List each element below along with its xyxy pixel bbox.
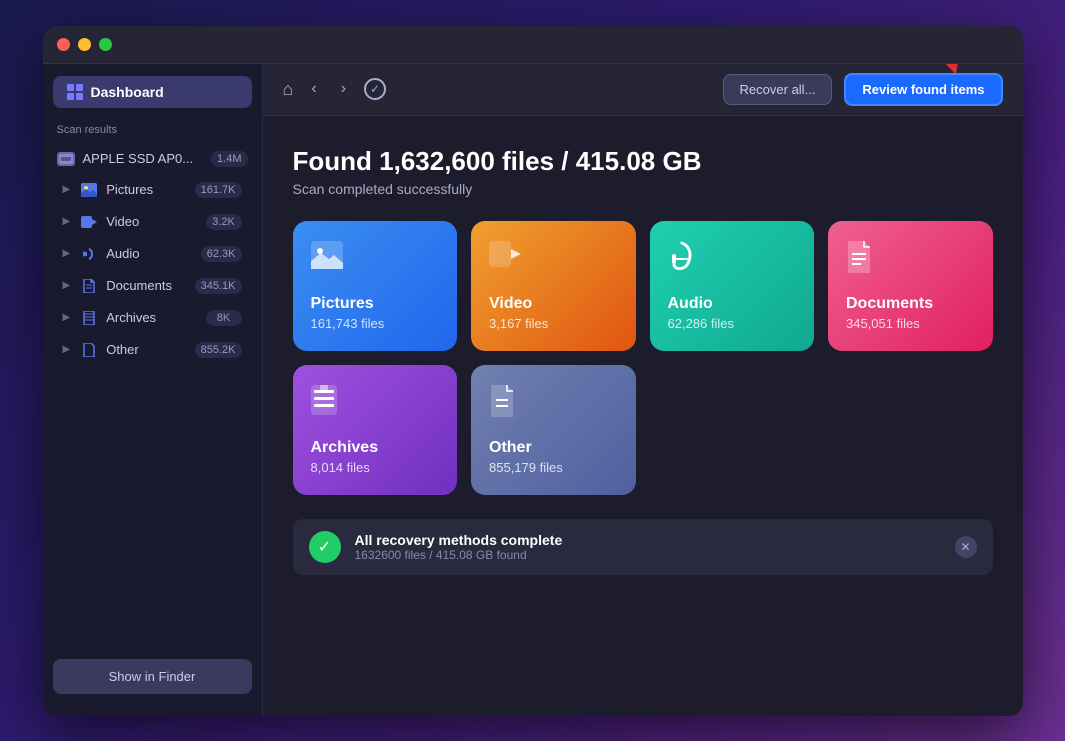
show-in-finder-button[interactable]: Show in Finder bbox=[53, 659, 252, 694]
main-window: Dashboard Scan results APPLE SSD AP0... … bbox=[43, 26, 1023, 716]
card-documents[interactable]: Documents 345,051 files bbox=[828, 221, 993, 351]
other-card-icon bbox=[489, 385, 618, 424]
archives-card-icon bbox=[311, 385, 440, 422]
documents-label: Documents bbox=[106, 278, 186, 293]
notification-text: All recovery methods complete 1632600 fi… bbox=[355, 532, 941, 562]
documents-card-icon bbox=[846, 241, 975, 280]
pictures-label: Pictures bbox=[106, 182, 186, 197]
cards-grid-bottom: Archives 8,014 files Other 855,179 files bbox=[293, 365, 993, 495]
drive-badge: 1.4M bbox=[211, 151, 247, 167]
notification-bar: ✓ All recovery methods complete 1632600 … bbox=[293, 519, 993, 575]
documents-badge: 345.1K bbox=[195, 278, 242, 294]
archives-badge: 8K bbox=[206, 310, 242, 326]
recover-all-button[interactable]: Recover all... bbox=[723, 74, 833, 105]
chevron-icon: ▶ bbox=[63, 312, 71, 323]
audio-card-name: Audio bbox=[668, 295, 797, 313]
other-badge: 855.2K bbox=[195, 342, 242, 358]
card-pictures[interactable]: Pictures 161,743 files bbox=[293, 221, 458, 351]
audio-icon bbox=[80, 245, 98, 263]
content-body: Found 1,632,600 files / 415.08 GB Scan c… bbox=[263, 116, 1023, 716]
sidebar-item-documents[interactable]: ▶ Documents 345.1K bbox=[49, 270, 256, 302]
home-icon[interactable]: ⌂ bbox=[283, 79, 294, 100]
pictures-card-name: Pictures bbox=[311, 295, 440, 313]
card-video[interactable]: Video 3,167 files bbox=[471, 221, 636, 351]
sidebar-item-drive[interactable]: APPLE SSD AP0... 1.4M bbox=[43, 144, 262, 174]
scan-results-label: Scan results bbox=[43, 124, 262, 136]
audio-card-icon bbox=[668, 241, 797, 280]
archives-icon bbox=[80, 309, 98, 327]
notification-subtitle: 1632600 files / 415.08 GB found bbox=[355, 548, 941, 562]
notification-title: All recovery methods complete bbox=[355, 532, 941, 548]
sidebar: Dashboard Scan results APPLE SSD AP0... … bbox=[43, 64, 263, 716]
pictures-icon bbox=[80, 181, 98, 199]
video-badge: 3.2K bbox=[206, 214, 242, 230]
dashboard-label: Dashboard bbox=[91, 84, 164, 100]
back-button[interactable]: ‹ bbox=[305, 76, 322, 102]
card-audio[interactable]: Audio 62,286 files bbox=[650, 221, 815, 351]
card-archives[interactable]: Archives 8,014 files bbox=[293, 365, 458, 495]
chevron-icon: ▶ bbox=[63, 280, 71, 291]
sidebar-item-other[interactable]: ▶ Other 855.2K bbox=[49, 334, 256, 366]
pictures-card-icon bbox=[311, 241, 440, 276]
forward-button[interactable]: › bbox=[335, 76, 352, 102]
content-area: ⌂ ‹ › ✓ Recover all... Review found item… bbox=[263, 64, 1023, 716]
sidebar-item-dashboard[interactable]: Dashboard bbox=[53, 76, 252, 108]
other-card-name: Other bbox=[489, 439, 618, 457]
close-button[interactable] bbox=[57, 38, 70, 51]
video-icon bbox=[80, 213, 98, 231]
found-title: Found 1,632,600 files / 415.08 GB bbox=[293, 146, 993, 177]
drive-name: APPLE SSD AP0... bbox=[83, 151, 204, 166]
audio-card-count: 62,286 files bbox=[668, 316, 797, 331]
empty-card-2 bbox=[828, 365, 993, 495]
video-label: Video bbox=[106, 214, 197, 229]
audio-badge: 62.3K bbox=[201, 246, 242, 262]
success-icon: ✓ bbox=[309, 531, 341, 563]
dashboard-icon bbox=[67, 84, 83, 100]
cards-grid-top: Pictures 161,743 files Video 3,167 files bbox=[293, 221, 993, 351]
title-bar bbox=[43, 26, 1023, 64]
chevron-icon: ▶ bbox=[63, 248, 71, 259]
maximize-button[interactable] bbox=[99, 38, 112, 51]
sidebar-item-pictures[interactable]: ▶ Pictures 161.7K bbox=[49, 174, 256, 206]
found-subtitle: Scan completed successfully bbox=[293, 181, 993, 197]
archives-card-name: Archives bbox=[311, 439, 440, 457]
sidebar-item-archives[interactable]: ▶ Archives 8K bbox=[49, 302, 256, 334]
pictures-badge: 161.7K bbox=[195, 182, 242, 198]
other-label: Other bbox=[106, 342, 186, 357]
archives-card-count: 8,014 files bbox=[311, 460, 440, 475]
other-icon bbox=[80, 341, 98, 359]
main-layout: Dashboard Scan results APPLE SSD AP0... … bbox=[43, 64, 1023, 716]
toolbar: ⌂ ‹ › ✓ Recover all... Review found item… bbox=[263, 64, 1023, 116]
documents-icon bbox=[80, 277, 98, 295]
sidebar-item-video[interactable]: ▶ Video 3.2K bbox=[49, 206, 256, 238]
notification-close-button[interactable]: ✕ bbox=[955, 536, 977, 558]
review-found-items-button[interactable]: Review found items bbox=[844, 73, 1002, 106]
arrow-annotation bbox=[923, 64, 1023, 73]
video-card-count: 3,167 files bbox=[489, 316, 618, 331]
archives-label: Archives bbox=[106, 310, 197, 325]
documents-card-count: 345,051 files bbox=[846, 316, 975, 331]
video-card-icon bbox=[489, 241, 618, 274]
other-card-count: 855,179 files bbox=[489, 460, 618, 475]
card-other[interactable]: Other 855,179 files bbox=[471, 365, 636, 495]
sidebar-item-audio[interactable]: ▶ Audio 62.3K bbox=[49, 238, 256, 270]
chevron-icon: ▶ bbox=[63, 216, 71, 227]
documents-card-name: Documents bbox=[846, 295, 975, 313]
minimize-button[interactable] bbox=[78, 38, 91, 51]
drive-icon bbox=[57, 152, 75, 166]
chevron-icon: ▶ bbox=[63, 184, 71, 195]
empty-card-1 bbox=[650, 365, 815, 495]
chevron-icon: ▶ bbox=[63, 344, 71, 355]
pictures-card-count: 161,743 files bbox=[311, 316, 440, 331]
video-card-name: Video bbox=[489, 295, 618, 313]
audio-label: Audio bbox=[106, 246, 193, 261]
check-icon: ✓ bbox=[364, 78, 386, 100]
review-button-wrapper: Review found items bbox=[844, 73, 1002, 106]
